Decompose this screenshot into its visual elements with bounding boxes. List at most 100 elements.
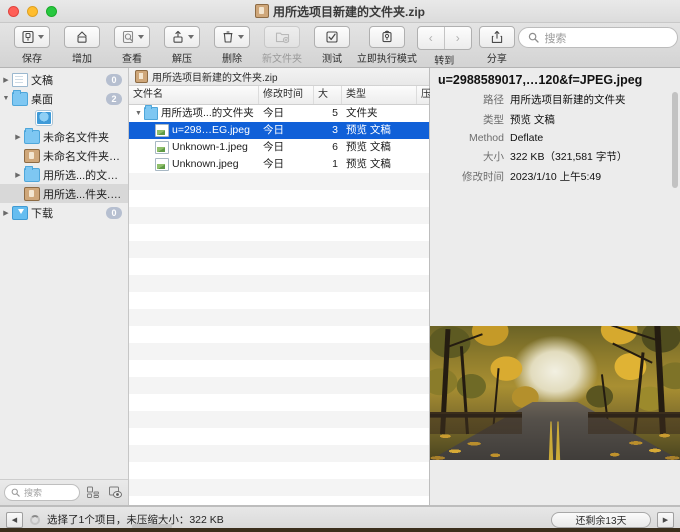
column-header-name[interactable]: 文件名 [129, 86, 259, 104]
toolbar-item-run-mode[interactable]: 立即执行模式 [357, 26, 417, 65]
sidebar-search-input[interactable]: 搜索 [4, 484, 80, 501]
cell-size: 6 [332, 141, 338, 153]
sidebar-item-label: 未命名文件夹 [43, 131, 109, 144]
share-button[interactable] [478, 26, 515, 48]
view-button[interactable] [114, 26, 150, 48]
run-mode-button[interactable] [368, 26, 405, 48]
layout-icon[interactable] [84, 484, 102, 502]
info-scrollbar[interactable] [672, 92, 678, 188]
preview-leaves-left [430, 426, 526, 460]
table-row[interactable]: u=298…EG.jpeg 今日 3 预览 文稿 3 -rw- [129, 122, 429, 139]
minimize-button[interactable] [27, 6, 38, 17]
extract-button[interactable] [164, 26, 200, 48]
table-row[interactable]: ▼ 用所选项...的文件夹 今日 5 文件夹 5 drw [129, 105, 429, 122]
empty-row [129, 445, 429, 462]
add-icon [77, 31, 87, 43]
toolbar-item-share[interactable]: 分享 [473, 26, 521, 65]
column-header-kind[interactable]: 类型 [342, 86, 417, 104]
sidebar-item-documents[interactable]: ▶ 文稿 0 [0, 70, 128, 89]
desktop-background-strip [0, 528, 680, 532]
info-row-modified: 修改时间 2023/1/10 上午5:49 [434, 169, 676, 184]
test-icon [326, 31, 338, 43]
sidebar-item-downloads[interactable]: ▶ 下载 0 [0, 203, 128, 222]
sidebar-item-new-folder[interactable]: ▶ 用所选...的文件夹 [0, 165, 128, 184]
table-row[interactable]: Unknown-1.jpeg 今日 6 预览 文稿 6 -rw- [129, 139, 429, 156]
progress-spinner-icon [29, 514, 41, 526]
cell-kind: 预览 文稿 [346, 124, 391, 136]
file-list-rows: ▼ 用所选项...的文件夹 今日 5 文件夹 5 drw u=29 [129, 105, 429, 505]
sidebar-item-label: 文稿 [31, 74, 53, 87]
disclosure-triangle-icon[interactable]: ▶ [0, 209, 12, 217]
empty-row [129, 241, 429, 258]
sidebar-item-label: 未命名文件夹.rar [43, 150, 122, 163]
chevron-right-icon[interactable]: ▶ [657, 511, 674, 528]
sidebar-item-new-folder-zip[interactable]: 用所选...件夹.zip [0, 184, 128, 203]
toolbar-item-extract[interactable]: 解压 [158, 26, 206, 65]
toolbar-item-save[interactable]: 保存 [8, 26, 56, 65]
folder-icon [12, 89, 28, 106]
sidebar-bottom-bar: 搜索 [0, 479, 128, 505]
add-button[interactable] [64, 26, 100, 48]
blue-dot-icon [36, 110, 52, 125]
toolbar-item-navigation[interactable]: ‹ › 转到 [416, 26, 472, 67]
toolbar-label-view: 查看 [122, 54, 142, 65]
info-fields: 路径 用所选项目新建的文件夹 类型 预览 文稿 Method Deflate 大… [430, 92, 680, 189]
maximize-button[interactable] [46, 6, 57, 17]
window-title-group: 用所选项目新建的文件夹.zip [0, 3, 680, 20]
save-button[interactable] [14, 26, 50, 48]
collapse-left-icon[interactable]: ◀ [6, 511, 23, 528]
search-icon [11, 488, 20, 497]
sidebar-item-untitled-folder[interactable]: ▶ 未命名文件夹 [0, 127, 128, 146]
column-header-modified[interactable]: 修改时间 [259, 86, 314, 104]
back-button[interactable]: ‹ [418, 27, 445, 49]
test-button[interactable] [314, 26, 350, 48]
sidebar-item-blue-file[interactable] [0, 108, 128, 127]
view-icon [122, 30, 133, 44]
cell-modified: 今日 [263, 107, 284, 119]
empty-row [129, 411, 429, 428]
chevron-down-icon [37, 35, 44, 39]
breadcrumb[interactable]: 用所选项目新建的文件夹.zip [129, 68, 429, 86]
info-file-title: u=2988589017,…120&f=JPEG.jpeg [438, 73, 643, 87]
preview-eye-icon[interactable] [106, 484, 124, 502]
image-file-icon [155, 158, 169, 171]
cell-name: Unknown-1.jpeg [129, 139, 259, 156]
delete-button[interactable] [214, 26, 250, 48]
disclosure-triangle-icon[interactable]: ▶ [12, 171, 24, 179]
chevron-down-icon [137, 35, 144, 39]
table-row[interactable]: Unknown.jpeg 今日 1 预览 文稿 1 -rw- [129, 156, 429, 173]
new-folder-icon [275, 32, 289, 44]
sidebar: ▶ 文稿 0 ▼ 桌面 2 ▶ 未命名文件夹 未命名文件夹.rar ▶ 用所选.… [0, 68, 129, 505]
info-value: 预览 文稿 [510, 114, 555, 126]
image-file-icon [155, 124, 169, 137]
info-value: 用所选项目新建的文件夹 [510, 94, 626, 106]
close-button[interactable] [8, 6, 19, 17]
cell-name: u=298…EG.jpeg [129, 122, 259, 139]
sidebar-item-label: 下载 [31, 207, 53, 220]
image-preview[interactable] [430, 326, 680, 460]
file-name-label: 用所选项...的文件夹 [161, 107, 254, 119]
search-field[interactable]: 搜索 [518, 27, 679, 48]
disclosure-triangle-icon[interactable]: ▶ [12, 133, 24, 141]
disclosure-triangle-icon[interactable]: ▶ [0, 76, 12, 84]
sidebar-item-badge: 0 [106, 73, 122, 86]
toolbar-item-add[interactable]: 增加 [58, 26, 106, 65]
sidebar-tree: ▶ 文稿 0 ▼ 桌面 2 ▶ 未命名文件夹 未命名文件夹.rar ▶ 用所选.… [0, 68, 128, 479]
toolbar-item-search[interactable]: 搜索 [518, 26, 679, 48]
sidebar-item-desktop[interactable]: ▼ 桌面 2 [0, 89, 128, 108]
sidebar-item-untitled-rar[interactable]: 未命名文件夹.rar [0, 146, 128, 165]
toolbar-item-view[interactable]: 查看 [108, 26, 156, 65]
cell-kind: 预览 文稿 [346, 158, 391, 170]
cell-name: Unknown.jpeg [129, 156, 259, 173]
column-header-size[interactable]: 大 [314, 86, 342, 104]
trial-badge[interactable]: 还剩余13天 [551, 511, 651, 528]
toolbar-item-test[interactable]: 测试 [308, 26, 356, 65]
empty-row [129, 496, 429, 505]
disclosure-triangle-icon[interactable]: ▼ [133, 105, 144, 122]
empty-row [129, 462, 429, 479]
forward-button[interactable]: › [445, 27, 471, 49]
toolbar-item-delete[interactable]: 删除 [208, 26, 256, 65]
navigation-segmented-control[interactable]: ‹ › [416, 26, 472, 50]
folder-icon [24, 127, 40, 144]
disclosure-triangle-icon[interactable]: ▼ [0, 95, 12, 102]
